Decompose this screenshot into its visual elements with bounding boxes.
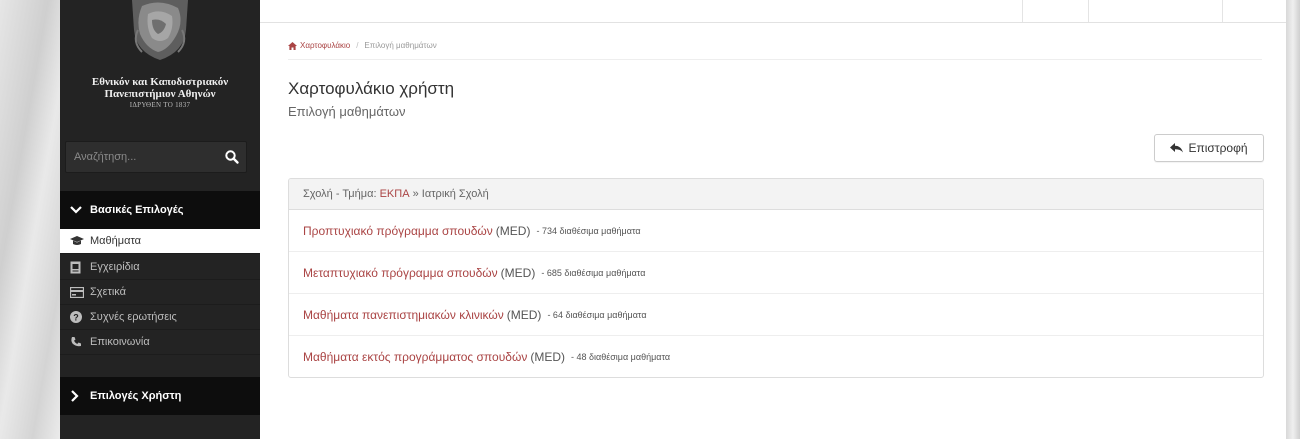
user-options-header[interactable]: Επιλογές Χρήστη — [60, 377, 260, 415]
course-count: - 685 διαθέσιμα μαθήματα — [541, 267, 646, 278]
topbar-divider — [1222, 0, 1223, 22]
sidebar-item-courses[interactable]: Μαθήματα — [60, 229, 260, 254]
institution-link[interactable]: ΕΚΠΑ — [380, 188, 410, 200]
program-row[interactable]: Μεταπτυχιακό πρόγραμμα σπουδών (MED) - 6… — [289, 252, 1263, 294]
home-icon — [288, 41, 297, 50]
topbar-divider — [1022, 0, 1023, 22]
course-count: - 734 διαθέσιμα μαθήματα — [536, 225, 641, 236]
sidebar-item-label: Επικοινωνία — [90, 336, 150, 348]
sidebar-item-manuals[interactable]: Εγχειρίδια — [60, 255, 260, 280]
basic-options-header[interactable]: Βασικές Επιλογές — [60, 191, 260, 229]
breadcrumb-divider — [288, 59, 1262, 60]
program-link[interactable]: Μεταπτυχιακό πρόγραμμα σπουδών — [303, 266, 498, 280]
reply-arrow-icon — [1170, 143, 1184, 153]
background-left — [0, 0, 60, 439]
document-icon — [70, 261, 84, 274]
sidebar-item-contact[interactable]: Επικοινωνία — [60, 330, 260, 355]
back-button[interactable]: Επιστροφή — [1154, 134, 1264, 162]
panel-header: Σχολή - Τμήμα: ΕΚΠΑ » Ιατρική Σχολή — [289, 179, 1263, 210]
sidebar-item-label: Μαθήματα — [90, 235, 142, 247]
programs-panel: Σχολή - Τμήμα: ΕΚΠΑ » Ιατρική Σχολή Προπ… — [288, 178, 1264, 378]
breadcrumb-separator: / — [356, 41, 359, 50]
page-subtitle: Επιλογή μαθημάτων — [288, 104, 406, 119]
program-code: (MED) — [530, 349, 565, 364]
chevron-right-icon — [70, 390, 84, 402]
program-code: (MED) — [500, 265, 536, 280]
breadcrumb-home[interactable]: Χαρτοφυλάκιο — [288, 41, 350, 50]
back-button-label: Επιστροφή — [1188, 141, 1248, 155]
basic-options-label: Βασικές Επιλογές — [90, 204, 184, 216]
program-link[interactable]: Προπτυχιακό πρόγραμμα σπουδών — [303, 224, 493, 238]
question-circle-icon: ? — [70, 311, 84, 323]
topbar-divider — [1088, 0, 1089, 22]
sidebar-item-faq[interactable]: ? Συχνές ερωτήσεις — [60, 305, 260, 330]
panel-header-arrow: » — [412, 188, 419, 200]
program-link[interactable]: Μαθήματα πανεπιστημιακών κλινικών — [303, 308, 504, 322]
panel-header-prefix: Σχολή - Τμήμα: — [303, 188, 377, 200]
sidebar-item-label: Συχνές ερωτήσεις — [90, 311, 177, 323]
program-code: (MED) — [506, 307, 542, 322]
course-count: - 64 διαθέσιμα μαθήματα — [547, 309, 647, 320]
sidebar-item-label: Εγχειρίδια — [90, 261, 140, 273]
sidebar-item-label: Σχετικά — [90, 286, 126, 298]
program-row[interactable]: Μαθήματα εκτός προγράμματος σπουδών (MED… — [289, 336, 1263, 377]
course-count: - 48 διαθέσιμα μαθήματα — [571, 351, 671, 362]
program-link[interactable]: Μαθήματα εκτός προγράμματος σπουδών — [303, 350, 527, 364]
university-name-line1: Εθνικόν και Καποδιστριακόν — [91, 76, 229, 88]
search-icon[interactable] — [224, 149, 240, 165]
svg-text:?: ? — [73, 312, 79, 322]
university-name-line2: Πανεπιστήμιον Αθηνών — [104, 88, 216, 100]
top-bar — [260, 0, 1286, 23]
main-content: Χαρτοφυλάκιο / Επιλογή μαθημάτων Χαρτοφυ… — [260, 23, 1286, 439]
graduation-cap-icon — [70, 235, 84, 247]
program-row[interactable]: Μαθήματα πανεπιστημιακών κλινικών (MED) … — [289, 294, 1263, 336]
phone-icon — [70, 336, 84, 348]
logo-area: Εθνικόν και Καποδιστριακόν Πανεπιστήμιον… — [60, 0, 260, 140]
program-row[interactable]: Προπτυχιακό πρόγραμμα σπουδών (MED) - 73… — [289, 210, 1263, 252]
breadcrumb-home-label: Χαρτοφυλάκιο — [300, 41, 351, 50]
chevron-down-icon — [70, 205, 84, 215]
breadcrumb-current: Επιλογή μαθημάτων — [364, 41, 437, 50]
card-icon — [70, 286, 84, 298]
background-right — [1286, 0, 1300, 439]
search-input[interactable] — [66, 142, 214, 172]
sidebar-item-about[interactable]: Σχετικά — [60, 280, 260, 305]
page-title: Χαρτοφυλάκιο χρήστη — [288, 79, 455, 98]
sidebar: Εθνικόν και Καποδιστριακόν Πανεπιστήμιον… — [60, 0, 260, 439]
university-founded: ΙΔΡΥΘΕΝ ΤΟ 1837 — [129, 101, 191, 109]
program-code: (MED) — [495, 223, 531, 238]
school-name: Ιατρική Σχολή — [421, 188, 489, 200]
athena-head-logo — [132, 0, 188, 60]
breadcrumb: Χαρτοφυλάκιο / Επιλογή μαθημάτων — [288, 41, 437, 50]
user-options-label: Επιλογές Χρήστη — [90, 390, 182, 402]
university-name: Εθνικόν και Καποδιστριακόν Πανεπιστήμιον… — [60, 76, 260, 100]
search-box — [65, 141, 247, 173]
